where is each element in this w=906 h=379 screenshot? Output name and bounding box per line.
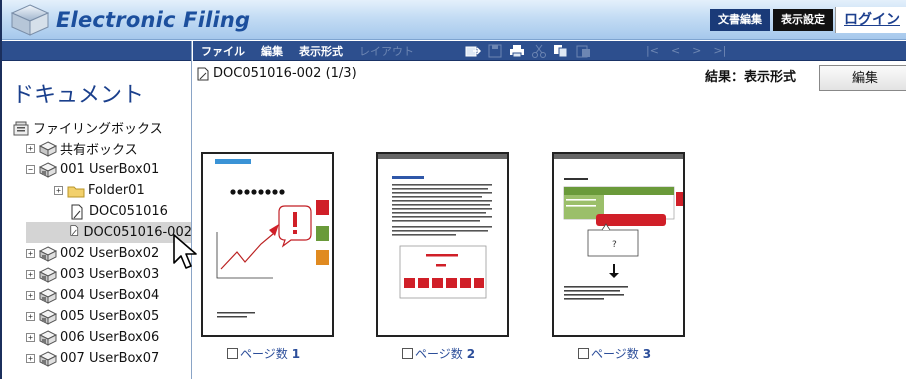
- document-bar: DOC051016-002 (1/3) 結果：表示形式 編集: [193, 62, 906, 91]
- tree-item-label: 007 UserBox07: [60, 351, 160, 366]
- userbox-icon: [38, 329, 58, 346]
- nav-first-button: |<: [646, 44, 659, 57]
- page-thumbnail-3[interactable]: ?: [552, 152, 685, 337]
- folder-icon: [67, 183, 85, 199]
- mouse-pointer-icon: [173, 234, 197, 269]
- expand-icon[interactable]: +: [26, 312, 35, 321]
- page-checkbox-1[interactable]: ページ数 1: [227, 345, 300, 362]
- sidebar-heading: ドキュメント: [12, 83, 145, 108]
- checkbox-icon[interactable]: [578, 348, 589, 359]
- shared-box-icon: [38, 140, 58, 157]
- tree-item-label: 003 UserBox03: [60, 267, 160, 282]
- document-title: DOC051016-002 (1/3): [213, 66, 357, 81]
- app-header: Electronic Filing 文書編集 表示設定 ログイン: [2, 0, 906, 40]
- tree-item[interactable]: +002 UserBox02: [2, 243, 191, 264]
- cut-icon: [532, 44, 546, 58]
- nav-prev-button: <: [670, 44, 681, 57]
- userbox-icon: [38, 308, 58, 325]
- document-icon: [197, 67, 209, 81]
- expand-icon[interactable]: +: [26, 270, 35, 279]
- export-icon[interactable]: [465, 44, 481, 58]
- expand-icon[interactable]: +: [54, 186, 63, 195]
- tree-item-label: Folder01: [88, 183, 145, 198]
- nav-next-button: >: [692, 44, 702, 57]
- doc-edit-button[interactable]: 文書編集: [710, 9, 770, 31]
- edit-button[interactable]: 編集: [819, 65, 906, 91]
- copy-icon[interactable]: [553, 44, 569, 58]
- userbox-icon: [38, 350, 58, 367]
- paste-icon: [576, 45, 590, 57]
- page-preview-1: [215, 159, 329, 318]
- userbox-icon: [38, 161, 58, 178]
- userbox-icon: [38, 287, 58, 304]
- page-number: 3: [642, 346, 652, 361]
- document-icon: [68, 224, 81, 241]
- display-settings-button[interactable]: 表示設定: [773, 9, 833, 31]
- sidebar-strip: [2, 41, 191, 61]
- page-preview-2: [378, 154, 507, 299]
- svg-text:?: ?: [612, 240, 617, 250]
- expand-icon[interactable]: +: [26, 354, 35, 363]
- menu-edit[interactable]: 編集: [261, 43, 283, 59]
- tree-item[interactable]: +004 UserBox04: [2, 285, 191, 306]
- toolbar-icons: [462, 44, 594, 58]
- tree-item[interactable]: DOC051016: [2, 201, 191, 222]
- tree-item[interactable]: − 001 UserBox01: [2, 159, 191, 180]
- expand-icon[interactable]: +: [26, 333, 35, 342]
- page-count-label: ページ数: [591, 347, 639, 361]
- userbox-icon: [38, 245, 58, 262]
- page-thumbnail-1[interactable]: [201, 152, 334, 337]
- page-number: 1: [291, 346, 301, 361]
- checkbox-icon[interactable]: [227, 348, 238, 359]
- page-thumbnail-2[interactable]: [376, 152, 509, 337]
- tree-item[interactable]: DOC051016-002: [26, 222, 191, 243]
- tree-item[interactable]: +003 UserBox03: [2, 264, 191, 285]
- expand-icon[interactable]: +: [26, 144, 35, 153]
- page-count-label: ページ数: [415, 347, 463, 361]
- document-icon: [68, 204, 86, 220]
- tree-item-label: 001 UserBox01: [60, 162, 160, 177]
- save-icon: [488, 44, 502, 57]
- print-icon[interactable]: [509, 44, 525, 58]
- result-view-label: 結果：表示形式: [705, 70, 797, 85]
- menu-layout: レイアウト: [359, 44, 414, 58]
- filing-box-icon: [12, 120, 30, 136]
- page-preview-3: ?: [554, 154, 683, 300]
- page-count-label: ページ数: [240, 347, 288, 361]
- page-number: 2: [466, 346, 476, 361]
- checkbox-icon[interactable]: [402, 348, 413, 359]
- app-title: Electronic Filing: [56, 7, 251, 32]
- menu-file[interactable]: ファイル: [201, 43, 245, 59]
- tree-item[interactable]: +005 UserBox05: [2, 306, 191, 327]
- expand-icon[interactable]: +: [26, 249, 35, 258]
- collapse-icon[interactable]: −: [26, 165, 35, 174]
- page-checkbox-2[interactable]: ページ数 2: [402, 345, 475, 362]
- main-pane: ファイル 編集 表示形式 レイアウト |< < > >| DOC051016-0…: [193, 41, 906, 379]
- tree-item-label: ファイリングボックス: [33, 122, 163, 137]
- tree-item-label: 006 UserBox06: [60, 330, 160, 345]
- tree-item[interactable]: +007 UserBox07: [2, 348, 191, 369]
- tree-item-label: 004 UserBox04: [60, 288, 160, 303]
- tree-item[interactable]: + Folder01: [2, 180, 191, 201]
- nav-last-button: >|: [713, 44, 727, 57]
- tree-item[interactable]: ファイリングボックス: [2, 117, 191, 138]
- tree-item[interactable]: + 共有ボックス: [2, 138, 191, 159]
- tree-item-label: DOC051016: [89, 204, 168, 219]
- menu-view-format[interactable]: 表示形式: [299, 43, 343, 59]
- tree-item-label: 002 UserBox02: [60, 246, 160, 261]
- userbox-icon: [38, 266, 58, 283]
- tree-item-label: 005 UserBox05: [60, 309, 160, 324]
- menu-bar: ファイル 編集 表示形式 レイアウト |< < > >|: [193, 41, 906, 61]
- login-link[interactable]: ログイン: [835, 7, 906, 33]
- expand-icon[interactable]: +: [26, 291, 35, 300]
- tree-item-label: 共有ボックス: [60, 143, 138, 158]
- sidebar: ドキュメント ファイリングボックス + 共有ボックス − 001 UserBox01 + F…: [2, 41, 192, 379]
- page-checkbox-3[interactable]: ページ数 3: [578, 345, 651, 362]
- folder-tree: ファイリングボックス + 共有ボックス − 001 UserBox01 + Folder01…: [2, 117, 191, 369]
- header-actions: 文書編集 表示設定 ログイン: [710, 7, 906, 33]
- page-navigation: |< < > >|: [640, 44, 732, 57]
- tree-item[interactable]: +006 UserBox06: [2, 327, 191, 348]
- logo-box-icon: [10, 3, 50, 36]
